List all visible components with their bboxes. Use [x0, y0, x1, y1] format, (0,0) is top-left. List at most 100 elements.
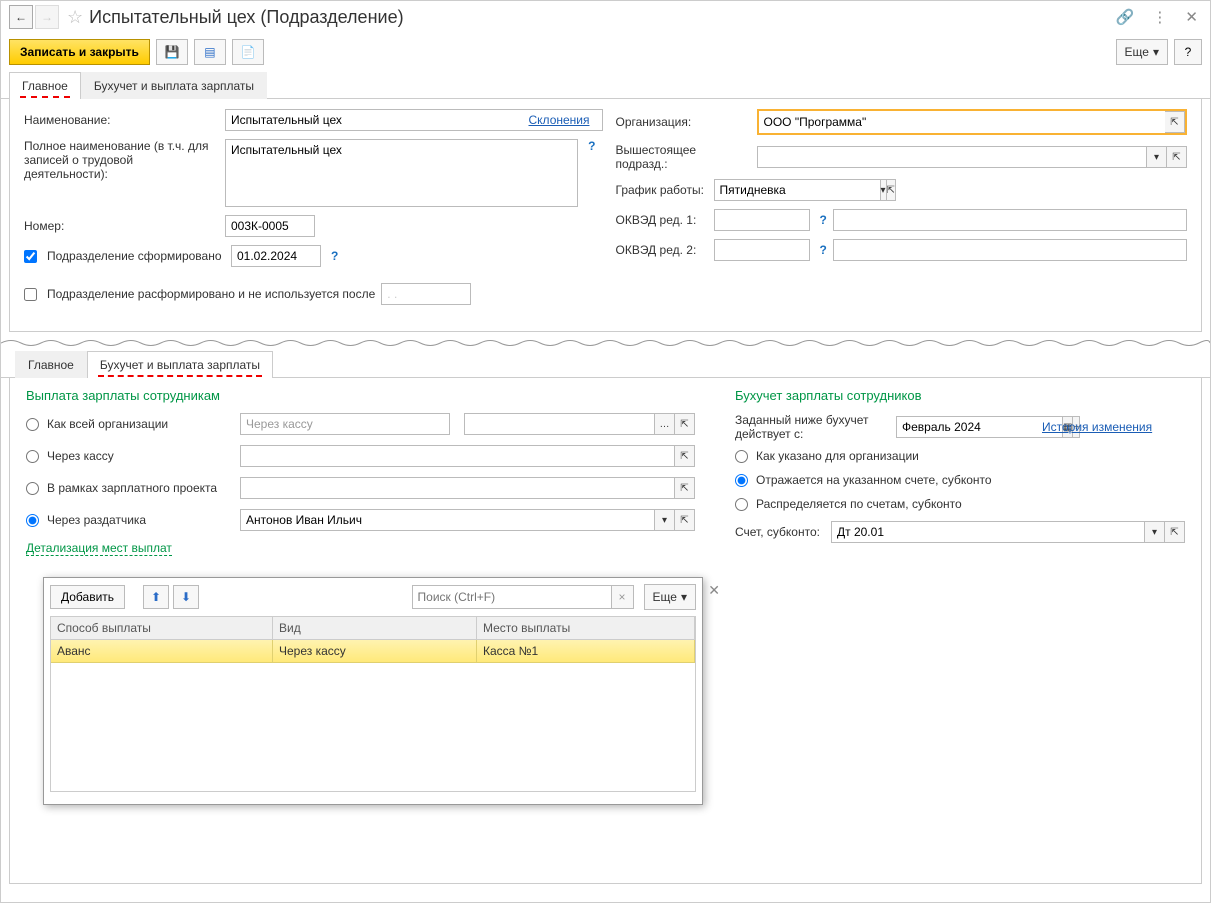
col-kind-header[interactable]: Вид	[273, 617, 477, 639]
disbanded-checkbox[interactable]	[24, 288, 37, 301]
open-icon[interactable]: ⇱	[1165, 521, 1185, 543]
popup-more-button[interactable]: Еще ▾	[644, 584, 696, 610]
nav-back-button[interactable]: ←	[9, 5, 33, 29]
help-button[interactable]: ?	[1174, 39, 1202, 65]
effective-month-input[interactable]	[896, 416, 1063, 438]
fullname-label: Полное наименование (в т.ч. для записей …	[24, 139, 219, 181]
tab-main-lower[interactable]: Главное	[15, 351, 87, 378]
col-place-header[interactable]: Место выплаты	[477, 617, 695, 639]
help-icon[interactable]: ?	[820, 213, 827, 227]
help-icon[interactable]: ?	[331, 249, 338, 263]
arrow-up-icon: ⬆	[151, 590, 161, 604]
formed-date-input[interactable]	[231, 245, 321, 267]
cell-place: Касса №1	[477, 640, 695, 662]
pay-project-radio[interactable]	[26, 482, 39, 495]
clear-search-icon[interactable]: ×	[612, 585, 634, 609]
folder-icon: 📄	[240, 45, 255, 59]
acc-account-label: Отражается на указанном счете, субконто	[756, 473, 992, 487]
okved2-label: ОКВЭД ред. 2:	[616, 243, 708, 257]
declensions-link[interactable]: Склонения	[529, 113, 590, 127]
nav-forward-button[interactable]: →	[35, 5, 59, 29]
pay-org-radio[interactable]	[26, 418, 39, 431]
dropdown-icon[interactable]: ▾	[1145, 521, 1165, 543]
org-method-input	[240, 413, 450, 435]
open-icon[interactable]: ⇱	[675, 445, 695, 467]
org-input[interactable]	[759, 111, 1166, 133]
favorite-star-icon[interactable]: ☆	[67, 7, 83, 28]
fullname-textarea[interactable]	[225, 139, 578, 207]
attachment-icon-button[interactable]: 📄	[232, 39, 264, 65]
tab-payroll-lower[interactable]: Бухучет и выплата зарплаты	[87, 351, 273, 378]
document-icon-button[interactable]: ▤	[194, 39, 226, 65]
effective-label: Заданный ниже бухучет действует с:	[735, 413, 890, 441]
schedule-label: График работы:	[616, 183, 708, 197]
link-icon[interactable]: 🔗	[1112, 6, 1139, 28]
move-down-button[interactable]: ⬇	[173, 585, 199, 609]
okved1-label: ОКВЭД ред. 1:	[616, 213, 708, 227]
tab-payroll-upper[interactable]: Бухучет и выплата зарплаты	[81, 72, 267, 99]
disbanded-label: Подразделение расформировано и не исполь…	[47, 287, 375, 301]
open-icon[interactable]: ⇱	[675, 413, 695, 435]
dropdown-icon[interactable]: ▾	[1147, 146, 1167, 168]
number-input[interactable]	[225, 215, 315, 237]
detail-places-link[interactable]: Детализация мест выплат	[26, 541, 172, 556]
window-title: Испытательный цех (Подразделение)	[89, 7, 1112, 28]
titlebar: ← → ☆ Испытательный цех (Подразделение) …	[1, 1, 1210, 33]
open-icon[interactable]: ⇱	[675, 477, 695, 499]
kassa-input[interactable]	[240, 445, 675, 467]
parent-label: Вышестоящее подразд.:	[616, 143, 751, 171]
popup-close-icon[interactable]: ✕	[708, 582, 720, 599]
more-button[interactable]: Еще ▾	[1116, 39, 1168, 65]
tabs-lower: Главное Бухучет и выплата зарплаты	[1, 350, 1210, 378]
parent-input[interactable]	[757, 146, 1148, 168]
okved2-name-input[interactable]	[833, 239, 1187, 261]
ellipsis-icon[interactable]: …	[655, 413, 675, 435]
help-icon[interactable]: ?	[820, 243, 827, 257]
project-input[interactable]	[240, 477, 675, 499]
pay-org-label: Как всей организации	[47, 417, 232, 431]
close-icon[interactable]: ✕	[1181, 6, 1202, 28]
tab-main[interactable]: Главное	[9, 72, 81, 99]
acc-org-label: Как указано для организации	[756, 449, 919, 463]
save-close-button[interactable]: Записать и закрыть	[9, 39, 150, 65]
open-icon[interactable]: ⇱	[1165, 111, 1185, 133]
dispatcher-input[interactable]	[240, 509, 655, 531]
formed-checkbox[interactable]	[24, 250, 37, 263]
pay-kassa-radio[interactable]	[26, 450, 39, 463]
tabs-upper: Главное Бухучет и выплата зарплаты	[1, 71, 1210, 99]
document-icon: ▤	[204, 45, 215, 59]
col-method-header[interactable]: Способ выплаты	[51, 617, 273, 639]
schedule-input[interactable]	[714, 179, 881, 201]
formed-label: Подразделение сформировано	[47, 249, 225, 263]
open-icon[interactable]: ⇱	[887, 179, 896, 201]
pay-project-label: В рамках зарплатного проекта	[47, 481, 232, 495]
kebab-menu-icon[interactable]: ⋮	[1148, 6, 1171, 28]
chevron-down-icon: ▾	[681, 590, 687, 604]
org-place-input	[464, 413, 655, 435]
dropdown-icon[interactable]: ▾	[655, 509, 675, 531]
disbanded-date-input[interactable]	[381, 283, 471, 305]
okved2-code-input[interactable]	[714, 239, 810, 261]
help-icon[interactable]: ?	[588, 139, 595, 153]
arrow-down-icon: ⬇	[181, 590, 191, 604]
open-icon[interactable]: ⇱	[675, 509, 695, 531]
acc-distrib-label: Распределяется по счетам, субконто	[756, 497, 962, 511]
history-link[interactable]: История изменения	[1042, 420, 1152, 434]
account-input[interactable]	[831, 521, 1145, 543]
save-icon-button[interactable]: 💾	[156, 39, 188, 65]
add-button[interactable]: Добавить	[50, 585, 125, 609]
okved1-code-input[interactable]	[714, 209, 810, 231]
okved1-name-input[interactable]	[833, 209, 1187, 231]
name-label: Наименование:	[24, 113, 219, 127]
detail-places-popup: ✕ Добавить ⬆ ⬇ × Еще ▾ Способ выплаты Ви…	[43, 577, 703, 805]
acc-distrib-radio[interactable]	[735, 498, 748, 511]
open-icon[interactable]: ⇱	[1167, 146, 1187, 168]
search-input[interactable]	[412, 585, 612, 609]
payment-section-title: Выплата зарплаты сотрудникам	[26, 388, 695, 403]
move-up-button[interactable]: ⬆	[143, 585, 169, 609]
table-row[interactable]: Аванс Через кассу Касса №1	[51, 640, 695, 663]
main-form: Наименование: Склонения Полное наименова…	[9, 99, 1202, 332]
acc-account-radio[interactable]	[735, 474, 748, 487]
pay-dispatcher-radio[interactable]	[26, 514, 39, 527]
acc-org-radio[interactable]	[735, 450, 748, 463]
